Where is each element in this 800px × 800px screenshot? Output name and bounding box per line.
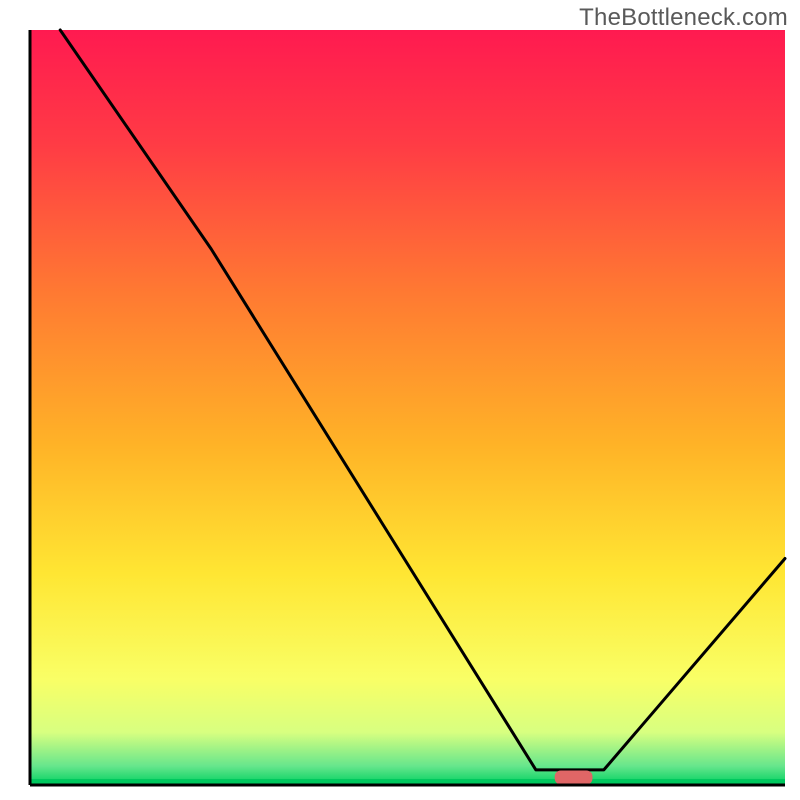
chart-svg [0, 0, 800, 800]
optimum-marker [555, 770, 593, 784]
chart-stage: TheBottleneck.com [0, 0, 800, 800]
plot-background [30, 30, 785, 785]
